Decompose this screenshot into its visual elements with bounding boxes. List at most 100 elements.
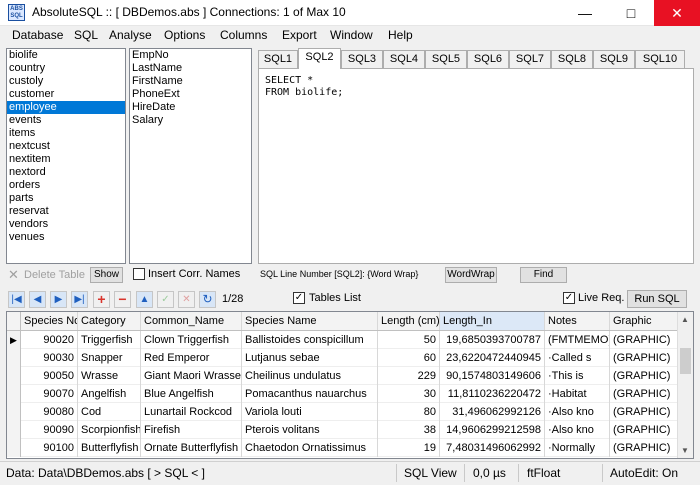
cell-graphic[interactable]: (GRAPHIC)	[610, 421, 681, 439]
tab-sql7[interactable]: SQL7	[509, 50, 551, 68]
cell-graphic[interactable]: (GRAPHIC)	[610, 367, 681, 385]
table-item[interactable]: venues	[7, 231, 125, 244]
table-item[interactable]: items	[7, 127, 125, 140]
cell-notes[interactable]: ·Habitat	[545, 385, 610, 403]
post-record-button[interactable]: ✓	[157, 291, 174, 308]
table-row[interactable]: 90080 Cod Lunartail Rockcod Variola lout…	[21, 403, 681, 421]
cell-species-name[interactable]: Ballistoides conspicillum	[242, 331, 378, 349]
show-button[interactable]: Show	[90, 267, 123, 283]
column-header-length-in[interactable]: Length_In	[440, 312, 545, 330]
table-item[interactable]: biolife	[7, 49, 125, 62]
sql-line[interactable]: FROM biolife;	[259, 87, 693, 99]
cell-species-no[interactable]: 90070	[21, 385, 78, 403]
table-item[interactable]: customer	[7, 88, 125, 101]
tab-sql5[interactable]: SQL5	[425, 50, 467, 68]
maximize-button[interactable]: □	[608, 0, 654, 26]
table-row[interactable]: 90100 Butterflyfish Ornate Butterflyfish…	[21, 439, 681, 457]
table-row[interactable]: 90020 Triggerfish Clown Triggerfish Ball…	[21, 331, 681, 349]
tab-sql3[interactable]: SQL3	[341, 50, 383, 68]
table-row[interactable]: 90090 Scorpionfish Firefish Pterois voli…	[21, 421, 681, 439]
cell-species-no[interactable]: 90050	[21, 367, 78, 385]
cell-length-in[interactable]: 23,6220472440945	[440, 349, 545, 367]
cell-graphic[interactable]: (GRAPHIC)	[610, 439, 681, 457]
cell-notes[interactable]: ·Also kno	[545, 421, 610, 439]
cell-common-name[interactable]: Giant Maori Wrasse	[141, 367, 242, 385]
field-item[interactable]: Salary	[130, 114, 251, 127]
tables-list-checkbox[interactable]: ✓	[293, 292, 305, 304]
table-item[interactable]: nextitem	[7, 153, 125, 166]
cell-notes[interactable]: ·This is	[545, 367, 610, 385]
field-item[interactable]: PhoneExt	[130, 88, 251, 101]
cell-length-in[interactable]: 90,1574803149606	[440, 367, 545, 385]
tables-list[interactable]: biolife country custoly customer employe…	[6, 48, 126, 264]
column-header-graphic[interactable]: Graphic	[610, 312, 681, 330]
tab-sql8[interactable]: SQL8	[551, 50, 593, 68]
tab-sql1[interactable]: SQL1	[258, 50, 298, 68]
cell-length-cm[interactable]: 50	[378, 331, 440, 349]
cell-notes[interactable]: ·Called s	[545, 349, 610, 367]
cell-common-name[interactable]: Firefish	[141, 421, 242, 439]
cell-category[interactable]: Scorpionfish	[78, 421, 141, 439]
column-header-species-name[interactable]: Species Name	[242, 312, 378, 330]
cell-graphic[interactable]: (GRAPHIC)	[610, 331, 681, 349]
live-req-checkbox[interactable]: ✓	[563, 292, 575, 304]
menu-options[interactable]: Options	[164, 28, 205, 42]
field-item[interactable]: HireDate	[130, 101, 251, 114]
cell-species-no[interactable]: 90030	[21, 349, 78, 367]
table-item-selected[interactable]: employee	[7, 101, 125, 114]
field-item[interactable]: EmpNo	[130, 49, 251, 62]
menu-window[interactable]: Window	[330, 28, 373, 42]
cell-common-name[interactable]: Red Emperor	[141, 349, 242, 367]
cell-category[interactable]: Cod	[78, 403, 141, 421]
cell-species-no[interactable]: 90020	[21, 331, 78, 349]
sql-line[interactable]: SELECT *	[259, 75, 693, 87]
cell-notes[interactable]: ·Normally	[545, 439, 610, 457]
cell-length-in[interactable]: 31,496062992126	[440, 403, 545, 421]
table-item[interactable]: nextord	[7, 166, 125, 179]
delete-table-button[interactable]: Delete Table	[24, 269, 85, 281]
next-record-button[interactable]: ▶	[50, 291, 67, 308]
fields-list[interactable]: EmpNo LastName FirstName PhoneExt HireDa…	[129, 48, 252, 264]
result-grid[interactable]: Species No Category Common_Name Species …	[6, 311, 694, 459]
cell-length-cm[interactable]: 60	[378, 349, 440, 367]
cell-common-name[interactable]: Clown Triggerfish	[141, 331, 242, 349]
grid-vertical-scrollbar[interactable]: ▲ ▼	[677, 312, 693, 458]
cancel-edit-button[interactable]: ✕	[178, 291, 195, 308]
cell-length-cm[interactable]: 19	[378, 439, 440, 457]
cell-graphic[interactable]: (GRAPHIC)	[610, 349, 681, 367]
find-button[interactable]: Find	[520, 267, 567, 283]
last-record-button[interactable]: ▶|	[71, 291, 88, 308]
scroll-up-icon[interactable]: ▲	[681, 315, 689, 324]
cell-length-in[interactable]: 7,48031496062992	[440, 439, 545, 457]
scroll-down-icon[interactable]: ▼	[681, 446, 689, 455]
refresh-button[interactable]: ↻	[199, 291, 216, 308]
table-row[interactable]: 90050 Wrasse Giant Maori Wrasse Cheilinu…	[21, 367, 681, 385]
delete-record-button[interactable]: −	[114, 291, 131, 308]
table-item[interactable]: country	[7, 62, 125, 75]
menu-columns[interactable]: Columns	[220, 28, 267, 42]
table-item[interactable]: custoly	[7, 75, 125, 88]
tab-sql2[interactable]: SQL2	[298, 48, 341, 69]
minimize-button[interactable]: —	[562, 0, 608, 26]
menu-analyse[interactable]: Analyse	[109, 28, 152, 42]
cell-species-name[interactable]: Lutjanus sebae	[242, 349, 378, 367]
cell-species-no[interactable]: 90080	[21, 403, 78, 421]
table-item[interactable]: events	[7, 114, 125, 127]
prior-record-button[interactable]: ◀	[29, 291, 46, 308]
tab-sql10[interactable]: SQL10	[635, 50, 685, 68]
column-header-common-name[interactable]: Common_Name	[141, 312, 242, 330]
field-item[interactable]: FirstName	[130, 75, 251, 88]
menu-export[interactable]: Export	[282, 28, 317, 42]
column-header-species-no[interactable]: Species No	[21, 312, 78, 330]
edit-record-button[interactable]: ▲	[136, 291, 153, 308]
tab-sql9[interactable]: SQL9	[593, 50, 635, 68]
cell-graphic[interactable]: (GRAPHIC)	[610, 403, 681, 421]
cell-species-name[interactable]: Pomacanthus nauarchus	[242, 385, 378, 403]
cell-species-no[interactable]: 90100	[21, 439, 78, 457]
cell-species-name[interactable]: Cheilinus undulatus	[242, 367, 378, 385]
add-record-button[interactable]: +	[93, 291, 110, 308]
cell-species-no[interactable]: 90090	[21, 421, 78, 439]
table-item[interactable]: orders	[7, 179, 125, 192]
cell-graphic[interactable]: (GRAPHIC)	[610, 385, 681, 403]
close-button[interactable]: ✕	[654, 0, 700, 26]
